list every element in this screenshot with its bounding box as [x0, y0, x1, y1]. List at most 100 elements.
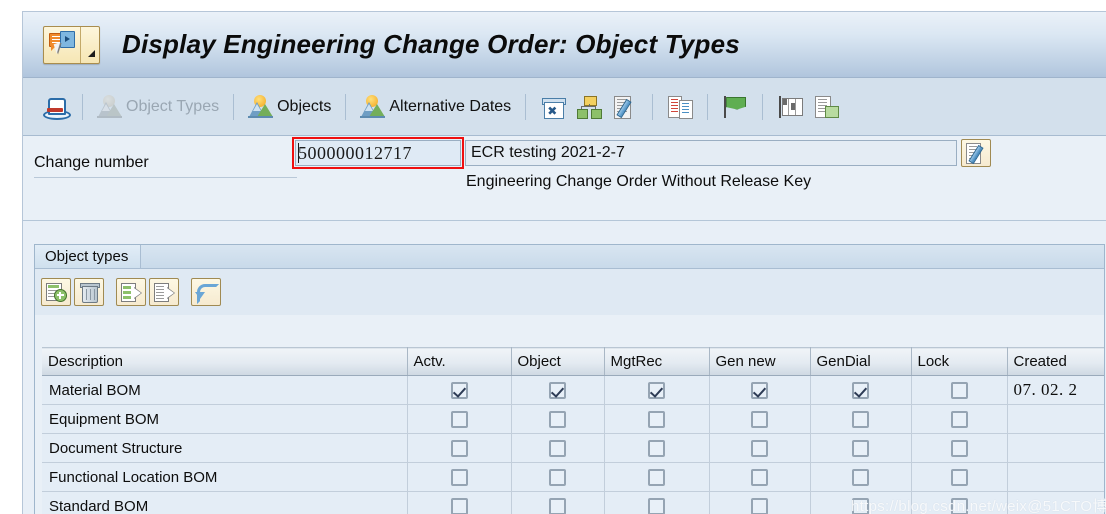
cell-mgtrec[interactable] [604, 462, 710, 492]
checkbox-gendial[interactable] [852, 410, 869, 428]
chevron-down-icon[interactable] [80, 26, 99, 63]
cell-gendial[interactable] [810, 491, 912, 514]
table-row[interactable]: Document Structure [42, 433, 1104, 463]
map-button[interactable] [772, 89, 808, 125]
table-row[interactable]: Standard BOM [42, 491, 1104, 514]
table-row[interactable]: Material BOM 07. 02. 2 [42, 375, 1104, 405]
cell-actv[interactable] [407, 404, 512, 434]
checkbox-lock[interactable] [950, 468, 968, 486]
cell-description[interactable]: Standard BOM [42, 491, 408, 514]
long-text-edit-button[interactable] [961, 139, 991, 167]
cell-gen-new[interactable] [709, 433, 811, 463]
objects-button[interactable]: Objects [243, 89, 336, 125]
undo-button[interactable] [191, 278, 221, 306]
cell-lock[interactable] [911, 375, 1008, 405]
cell-mgtrec[interactable] [604, 404, 710, 434]
back-button[interactable] [37, 89, 73, 125]
checkbox-lock[interactable] [950, 410, 968, 428]
checkbox-gen-new[interactable] [751, 497, 768, 514]
checkbox-lock[interactable] [950, 439, 968, 457]
compare-documents-button[interactable] [662, 89, 698, 125]
cell-lock[interactable] [911, 462, 1008, 492]
col-header-mgtrec[interactable]: MgtRec [604, 347, 710, 376]
cell-gendial[interactable] [810, 404, 912, 434]
cell-gen-new[interactable] [709, 404, 811, 434]
cell-object[interactable] [511, 375, 605, 405]
object-types-table-wrap[interactable]: Description Actv. Object MgtRec Gen new … [42, 347, 1104, 514]
cell-object[interactable] [511, 491, 605, 514]
checkbox-mgtrec[interactable] [648, 468, 665, 486]
select-all-button[interactable] [116, 278, 146, 306]
checkbox-mgtrec[interactable] [648, 381, 665, 399]
checkbox-object[interactable] [549, 497, 566, 514]
hierarchy-button[interactable] [571, 89, 607, 125]
checkbox-lock[interactable] [950, 497, 968, 514]
cell-gendial[interactable] [810, 433, 912, 463]
cell-actv[interactable] [407, 491, 512, 514]
cell-created[interactable] [1007, 491, 1104, 514]
cell-lock[interactable] [911, 491, 1008, 514]
cell-gen-new[interactable] [709, 375, 811, 405]
cell-actv[interactable] [407, 433, 512, 463]
col-header-object[interactable]: Object [511, 347, 605, 376]
checkbox-mgtrec[interactable] [648, 410, 665, 428]
checkbox-mgtrec[interactable] [648, 497, 665, 514]
cell-created[interactable] [1007, 462, 1104, 492]
checkbox-object[interactable] [549, 410, 566, 428]
checkbox-gen-new[interactable] [751, 468, 768, 486]
deselect-all-button[interactable] [149, 278, 179, 306]
object-types-button[interactable]: Object Types [92, 89, 224, 125]
cell-actv[interactable] [407, 375, 512, 405]
checkbox-object[interactable] [549, 468, 566, 486]
cell-gen-new[interactable] [709, 491, 811, 514]
checkbox-gendial[interactable] [852, 439, 869, 457]
create-entry-button[interactable] [41, 278, 71, 306]
checkbox-object[interactable] [549, 439, 566, 457]
cell-description[interactable]: Functional Location BOM [42, 462, 408, 492]
checkbox-actv[interactable] [450, 439, 468, 457]
checkbox-gendial[interactable] [852, 381, 869, 399]
col-header-description[interactable]: Description [42, 347, 408, 376]
delete-entry-button[interactable] [74, 278, 104, 306]
cell-mgtrec[interactable] [604, 433, 710, 463]
checkbox-gen-new[interactable] [751, 381, 768, 399]
cell-mgtrec[interactable] [604, 375, 710, 405]
checkbox-actv[interactable] [450, 497, 468, 514]
col-header-actv[interactable]: Actv. [407, 347, 512, 376]
change-number-input[interactable]: 500000012717 [295, 140, 461, 166]
col-header-gendial[interactable]: GenDial [810, 347, 912, 376]
cell-gendial[interactable] [810, 375, 912, 405]
cell-gen-new[interactable] [709, 462, 811, 492]
col-header-lock[interactable]: Lock [911, 347, 1008, 376]
cell-created[interactable]: 07. 02. 2 [1007, 375, 1104, 405]
checkbox-actv[interactable] [450, 468, 468, 486]
cell-description[interactable]: Equipment BOM [42, 404, 408, 434]
table-row[interactable]: Equipment BOM [42, 404, 1104, 434]
checkbox-actv[interactable] [450, 381, 468, 399]
print-preview-button[interactable]: ✖ [535, 89, 571, 125]
cell-created[interactable] [1007, 433, 1104, 463]
edit-document-button[interactable] [607, 89, 643, 125]
cell-object[interactable] [511, 462, 605, 492]
alternative-dates-button[interactable]: Alternative Dates [355, 89, 516, 125]
cell-description[interactable]: Document Structure [42, 433, 408, 463]
document-note-button[interactable] [808, 89, 844, 125]
cell-object[interactable] [511, 433, 605, 463]
cell-mgtrec[interactable] [604, 491, 710, 514]
checkbox-actv[interactable] [450, 410, 468, 428]
cell-description[interactable]: Material BOM [42, 375, 408, 405]
cell-lock[interactable] [911, 404, 1008, 434]
checkbox-gendial[interactable] [852, 497, 869, 514]
cell-created[interactable] [1007, 404, 1104, 434]
cell-actv[interactable] [407, 462, 512, 492]
cell-object[interactable] [511, 404, 605, 434]
checkbox-gen-new[interactable] [751, 439, 768, 457]
col-header-gen-new[interactable]: Gen new [709, 347, 811, 376]
checkbox-object[interactable] [549, 381, 566, 399]
checkbox-mgtrec[interactable] [648, 439, 665, 457]
table-row[interactable]: Functional Location BOM [42, 462, 1104, 492]
app-menu-button[interactable] [43, 25, 100, 64]
checkbox-gendial[interactable] [852, 468, 869, 486]
change-description-input[interactable]: ECR testing 2021-2-7 [465, 140, 957, 166]
cell-gendial[interactable] [810, 462, 912, 492]
